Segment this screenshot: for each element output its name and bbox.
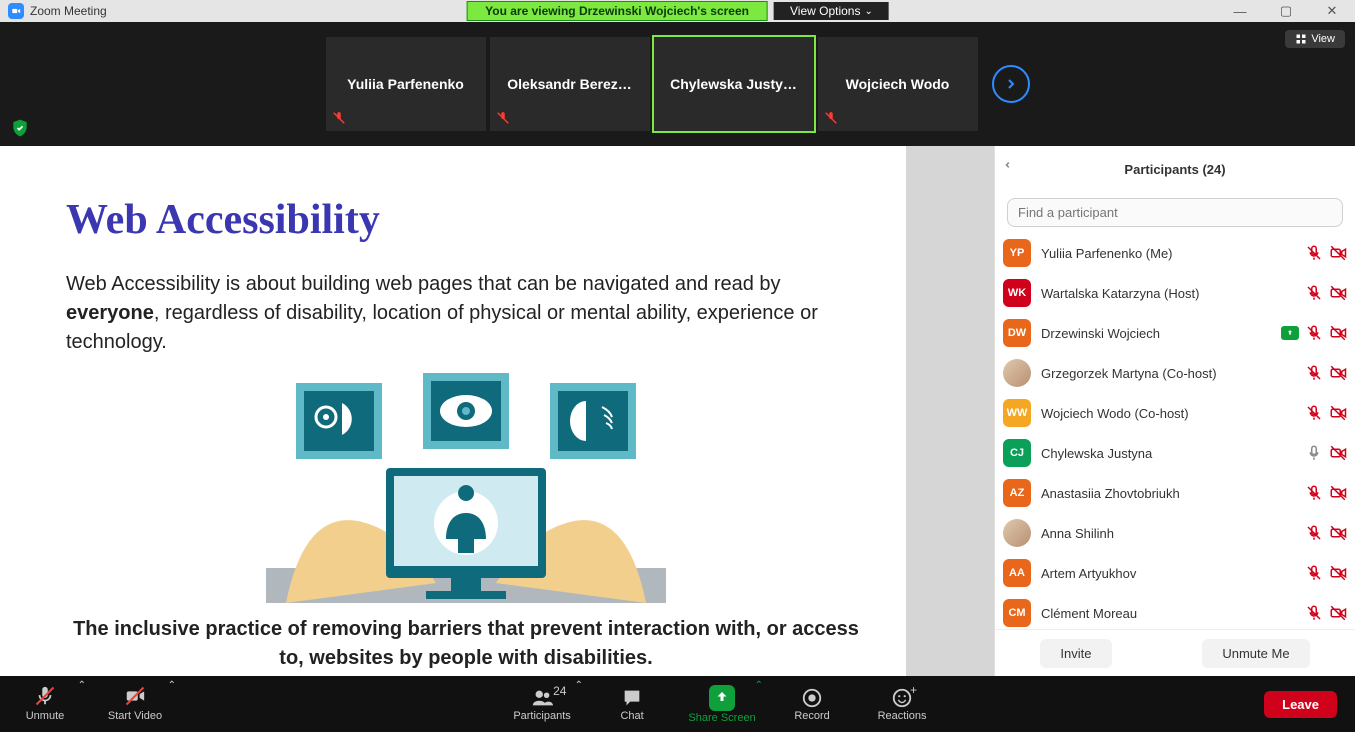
gallery-next-button[interactable] <box>992 65 1030 103</box>
participant-row[interactable]: Grzegorzek Martyna (Co-host) <box>1003 353 1347 393</box>
mic-muted-icon <box>1305 364 1323 382</box>
avatar: DW <box>1003 319 1031 347</box>
share-screen-button[interactable]: ⌃ Share Screen <box>677 676 767 732</box>
muted-mic-icon <box>332 111 346 125</box>
camera-off-icon <box>1329 484 1347 502</box>
title-bar: Zoom Meeting You are viewing Drzewinski … <box>0 0 1355 22</box>
accessibility-illustration <box>266 373 666 603</box>
participant-row[interactable]: WW Wojciech Wodo (Co-host) <box>1003 393 1347 433</box>
invite-button[interactable]: Invite <box>1040 639 1111 668</box>
participants-panel: ⌄ Participants (24) YP Yuliia Parfenenko … <box>994 146 1355 676</box>
participant-search-input[interactable] <box>1007 198 1343 227</box>
camera-off-icon <box>1329 564 1347 582</box>
camera-off-icon <box>1329 404 1347 422</box>
shared-screen-content: Web Accessibility Web Accessibility is a… <box>0 146 994 676</box>
participant-name: Wartalska Katarzyna (Host) <box>1041 286 1295 301</box>
chevron-up-icon[interactable]: ⌃ <box>78 680 86 691</box>
participant-name: Artem Artyukhov <box>1041 566 1295 581</box>
zoom-app-icon <box>8 3 24 19</box>
participant-name: Clément Moreau <box>1041 606 1295 621</box>
video-tile[interactable]: Yuliia Parfenenko <box>326 37 486 131</box>
shared-screen-padding <box>906 146 994 676</box>
participant-row[interactable]: CJ Chylewska Justyna <box>1003 433 1347 473</box>
camera-off-icon <box>1329 244 1347 262</box>
participant-name: Anna Shilinh <box>1041 526 1295 541</box>
video-gallery: View Yuliia ParfenenkoOleksandr Berez…Ch… <box>0 22 1355 146</box>
screen-sharing-icon <box>1281 326 1299 340</box>
chevron-up-icon[interactable]: ⌃ <box>168 680 176 691</box>
record-button[interactable]: Record <box>767 676 857 732</box>
participant-row[interactable]: DW Drzewinski Wojciech <box>1003 313 1347 353</box>
participant-row[interactable]: AZ Anastasiia Zhovtobriukh <box>1003 473 1347 513</box>
participant-row[interactable]: AA Artem Artyukhov <box>1003 553 1347 593</box>
avatar: AA <box>1003 559 1031 587</box>
reactions-button[interactable]: + Reactions <box>857 676 947 732</box>
chevron-up-icon[interactable]: ⌃ <box>575 680 583 691</box>
muted-mic-icon <box>824 111 838 125</box>
participants-list[interactable]: YP Yuliia Parfenenko (Me) WK Wartalska Kata… <box>995 233 1355 629</box>
mic-muted-icon <box>1305 564 1323 582</box>
mic-muted-icon <box>1305 324 1323 342</box>
avatar: CM <box>1003 599 1031 627</box>
chat-button[interactable]: Chat <box>587 676 677 732</box>
window-maximize-button[interactable]: ▢ <box>1263 0 1309 22</box>
participant-name: Wojciech Wodo (Co-host) <box>1041 406 1295 421</box>
view-layout-button[interactable]: View <box>1285 30 1345 48</box>
mic-muted-icon <box>1305 604 1323 622</box>
unmute-me-button[interactable]: Unmute Me <box>1202 639 1309 668</box>
video-tile[interactable]: Oleksandr Berez… <box>490 37 650 131</box>
chevron-up-icon[interactable]: ⌃ <box>755 680 763 691</box>
window-close-button[interactable]: ✕ <box>1309 0 1355 22</box>
chevron-down-icon: ⌄ <box>864 6 872 17</box>
participants-button[interactable]: 24 ⌃ Participants <box>497 676 587 732</box>
encryption-shield-icon[interactable] <box>10 118 30 138</box>
mic-unmuted-icon <box>1305 444 1323 462</box>
participant-name: Anastasiia Zhovtobriukh <box>1041 486 1295 501</box>
mic-muted-icon <box>1305 284 1323 302</box>
mic-muted-icon <box>1305 244 1323 262</box>
camera-off-icon <box>1329 284 1347 302</box>
slide-caption: The inclusive practice of removing barri… <box>66 615 866 673</box>
window-minimize-button[interactable]: — <box>1217 0 1263 22</box>
avatar <box>1003 359 1031 387</box>
start-video-button[interactable]: ⌃ Start Video <box>90 676 180 732</box>
meeting-toolbar: ⌃ Unmute ⌃ Start Video 24 ⌃ Participants… <box>0 676 1355 732</box>
avatar <box>1003 519 1031 547</box>
mic-muted-icon <box>1305 484 1323 502</box>
slide-heading: Web Accessibility <box>66 196 866 244</box>
camera-off-icon <box>1329 324 1347 342</box>
view-options-dropdown[interactable]: View Options⌄ <box>774 2 889 20</box>
video-tile[interactable]: Wojciech Wodo <box>818 37 978 131</box>
participant-row[interactable]: Anna Shilinh <box>1003 513 1347 553</box>
unmute-button[interactable]: ⌃ Unmute <box>0 676 90 732</box>
camera-off-icon <box>1329 524 1347 542</box>
video-tile[interactable]: Chylewska Justy… <box>654 37 814 131</box>
avatar: WK <box>1003 279 1031 307</box>
participant-row[interactable]: WK Wartalska Katarzyna (Host) <box>1003 273 1347 313</box>
avatar: AZ <box>1003 479 1031 507</box>
avatar: YP <box>1003 239 1031 267</box>
participants-header: ⌄ Participants (24) <box>995 146 1355 192</box>
window-title: Zoom Meeting <box>30 4 107 18</box>
participant-row[interactable]: CM Clément Moreau <box>1003 593 1347 629</box>
participant-name: Yuliia Parfenenko (Me) <box>1041 246 1295 261</box>
participant-name: Chylewska Justyna <box>1041 446 1295 461</box>
participant-row[interactable]: YP Yuliia Parfenenko (Me) <box>1003 233 1347 273</box>
slide-paragraph: Web Accessibility is about building web … <box>66 270 866 357</box>
mic-muted-icon <box>1305 404 1323 422</box>
participant-name: Drzewinski Wojciech <box>1041 326 1271 341</box>
screen-share-banner: You are viewing Drzewinski Wojciech's sc… <box>466 1 768 21</box>
muted-mic-icon <box>496 111 510 125</box>
avatar: WW <box>1003 399 1031 427</box>
panel-collapse-icon[interactable]: ⌄ <box>1003 160 1017 170</box>
leave-button[interactable]: Leave <box>1264 691 1337 718</box>
participant-name: Grzegorzek Martyna (Co-host) <box>1041 366 1295 381</box>
avatar: CJ <box>1003 439 1031 467</box>
camera-off-icon <box>1329 604 1347 622</box>
camera-off-icon <box>1329 444 1347 462</box>
camera-off-icon <box>1329 364 1347 382</box>
mic-muted-icon <box>1305 524 1323 542</box>
